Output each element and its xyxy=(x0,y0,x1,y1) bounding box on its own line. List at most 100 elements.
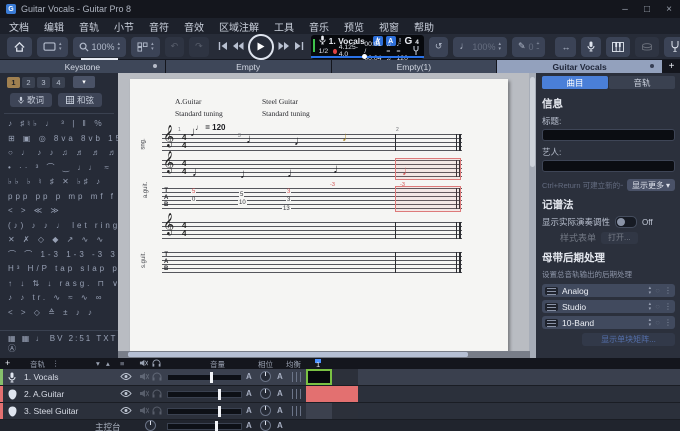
menu-help[interactable]: 帮助 xyxy=(414,19,434,34)
mute-button[interactable] xyxy=(139,389,149,400)
doc-tab-keystone[interactable]: Keystone xyxy=(0,60,165,73)
measure-cell-filled[interactable] xyxy=(332,386,358,402)
tab-song[interactable]: 曲目 xyxy=(542,76,608,89)
voice-1-button[interactable]: 1 xyxy=(7,77,20,88)
all-voices-dropdown[interactable]: ▾ xyxy=(73,76,95,88)
solo-button[interactable] xyxy=(152,406,162,417)
volume-automation-button[interactable]: A xyxy=(246,406,252,415)
note[interactable]: ♩ xyxy=(294,134,307,147)
power-icon[interactable]: ○ xyxy=(655,286,660,295)
pan-automation-button[interactable]: A xyxy=(277,406,283,415)
volume-handle[interactable] xyxy=(218,406,221,417)
voice-3-button[interactable]: 3 xyxy=(37,77,50,88)
eq-settings-icon[interactable] xyxy=(292,372,302,382)
palette-row-grace-ring[interactable]: (♪) ♪ ♪ ♩ let ring P.M. xyxy=(8,219,118,234)
keyboard-view-button[interactable] xyxy=(606,37,630,57)
menu-bar[interactable]: 小节 xyxy=(114,19,134,34)
power-icon[interactable]: ○ xyxy=(655,302,660,311)
visibility-eye-icon[interactable] xyxy=(120,406,132,417)
edit-tool-control[interactable]: ✎ 0 +− xyxy=(512,37,545,57)
pan-automation-button[interactable]: A xyxy=(277,372,283,381)
note[interactable]: ♩ xyxy=(190,125,203,138)
palette-row-deadnotes-harmonics[interactable]: ✕ ✗ ◇ ◆ ↗ ∿ ∿ xyxy=(8,233,118,248)
view-mode-button[interactable]: ▴▾ xyxy=(37,37,68,57)
note[interactable]: ♩ xyxy=(333,162,346,175)
fx-selector-stepper[interactable]: ▴▾ xyxy=(649,318,652,328)
drums-view-button[interactable] xyxy=(635,37,659,57)
zoom-stepper[interactable]: ▴▾ xyxy=(118,42,121,52)
lyrics-button[interactable]: 歌词 xyxy=(10,93,52,107)
mic-view-button[interactable] xyxy=(581,37,601,57)
palette-row-dynamics[interactable]: ppp pp p mp mf f ff xyxy=(8,190,118,205)
tab-fret[interactable]: 5 xyxy=(191,189,196,195)
menu-view[interactable]: 视窗 xyxy=(379,19,399,34)
tracks-menu-icon[interactable]: ⋮ xyxy=(52,359,60,368)
track-name[interactable]: 2. A.Guitar xyxy=(24,389,64,399)
add-track-button[interactable]: + xyxy=(5,358,10,368)
measure-cell[interactable] xyxy=(332,369,358,385)
pan-knob[interactable] xyxy=(260,371,271,382)
concert-pitch-toggle[interactable] xyxy=(615,216,637,228)
menu-note[interactable]: 音符 xyxy=(149,19,169,34)
measure-cell[interactable] xyxy=(306,403,332,419)
palette-row-signatures[interactable]: ⊞ ▣ ◎ 8va 8vb 15ma xyxy=(8,132,118,147)
master-pan-knob[interactable] xyxy=(260,420,271,431)
playback-progress-bar[interactable] xyxy=(311,56,424,58)
tab-fret[interactable]: 3 xyxy=(286,189,291,195)
palette-row-durations[interactable]: ○ ♩ ♪ ♪ ♫ ♬ ♬ ♬ xyxy=(8,146,118,161)
palette-row-dots-ties[interactable]: • ·· ³ ⌒ ‿ ♩♩ ≈ xyxy=(8,161,118,176)
play-button[interactable] xyxy=(248,34,274,60)
pan-knob[interactable] xyxy=(260,405,271,416)
maximize-button[interactable]: □ xyxy=(636,0,658,18)
track-list-icon[interactable]: ≡ xyxy=(120,359,124,368)
fx-slot-10band[interactable]: 10-Band ▴▾ ○ ⋮ xyxy=(542,316,675,329)
playback-progress-handle[interactable] xyxy=(362,54,367,59)
pan-automation-button[interactable]: A xyxy=(277,421,283,430)
zoom-control[interactable]: 100% ▴▾ xyxy=(73,37,127,57)
track-row-steel-guitar[interactable]: 3. Steel Guitar A A xyxy=(0,403,680,420)
pan-knob[interactable] xyxy=(260,388,271,399)
redo-button[interactable]: ↷ xyxy=(189,37,209,57)
kebab-menu-icon[interactable]: ⋮ xyxy=(664,286,672,295)
loop-button[interactable]: ↺ xyxy=(429,37,449,57)
palette-footer-row[interactable]: ▦ ▦ ♩ BV 2:51 TXT Ⓐ xyxy=(0,330,118,358)
chords-button[interactable]: 和弦 xyxy=(58,93,102,107)
track-row-vocals[interactable]: 1. Vocals A A xyxy=(0,369,680,386)
expand-icon[interactable]: ▴ xyxy=(106,359,110,368)
mute-button[interactable] xyxy=(139,372,149,383)
volume-handle[interactable] xyxy=(215,421,218,431)
stylesheet-open-button[interactable]: 打开... xyxy=(601,232,638,244)
volume-automation-button[interactable]: A xyxy=(246,421,252,430)
score-vertical-scrollbar[interactable] xyxy=(529,73,536,358)
go-start-button[interactable] xyxy=(218,38,228,56)
score-page[interactable]: A.Guitar Standard tuning Steel Guitar St… xyxy=(130,79,508,351)
volume-slider[interactable] xyxy=(167,408,242,415)
tab-track[interactable]: 音轨 xyxy=(609,76,675,89)
tab-fret[interactable]: 0 xyxy=(191,197,196,203)
edit-stepper[interactable]: +− xyxy=(537,42,540,52)
palette-row-trills-tremolo[interactable]: ♪ ♪ tr. ∿ ≈ ∿ ∞ xyxy=(8,291,118,306)
close-button[interactable]: × xyxy=(658,0,680,18)
volume-slider[interactable] xyxy=(167,374,242,381)
menu-track[interactable]: 音轨 xyxy=(79,19,99,34)
measure-cell-selected[interactable] xyxy=(306,369,332,385)
pan-automation-button[interactable]: A xyxy=(277,389,283,398)
fx-selector-stepper[interactable]: ▴▾ xyxy=(649,302,652,312)
fx-selector-stepper[interactable]: ▴▾ xyxy=(649,286,652,296)
menu-sound[interactable]: 音乐 xyxy=(309,19,329,34)
measure-cell[interactable] xyxy=(332,403,358,419)
relative-tempo-control[interactable]: ♩ 100% ▴▾ xyxy=(453,37,507,57)
staff-steel[interactable] xyxy=(162,222,462,239)
palette-row-accidentals[interactable]: ♭♭ ♭ ♮ ♯ ✕ ♭♯ ♪ xyxy=(8,175,118,190)
tab-fret[interactable]: 13 xyxy=(282,206,291,212)
voice-4-button[interactable]: 4 xyxy=(52,77,65,88)
fx-slot-analog[interactable]: Analog ▴▾ ○ ⋮ xyxy=(542,284,675,297)
doc-tab-empty1[interactable]: Empty(1) xyxy=(332,60,497,73)
staff-vocals[interactable] xyxy=(162,134,462,151)
score-horizontal-scrollbar-thumb[interactable] xyxy=(128,352,468,357)
menu-file[interactable]: 文档 xyxy=(9,19,29,34)
track-row-aguitar[interactable]: 2. A.Guitar A A xyxy=(0,386,680,403)
score-horizontal-scrollbar[interactable] xyxy=(118,351,530,358)
layout-stepper[interactable]: ▴▾ xyxy=(151,42,154,52)
volume-automation-button[interactable]: A xyxy=(246,389,252,398)
